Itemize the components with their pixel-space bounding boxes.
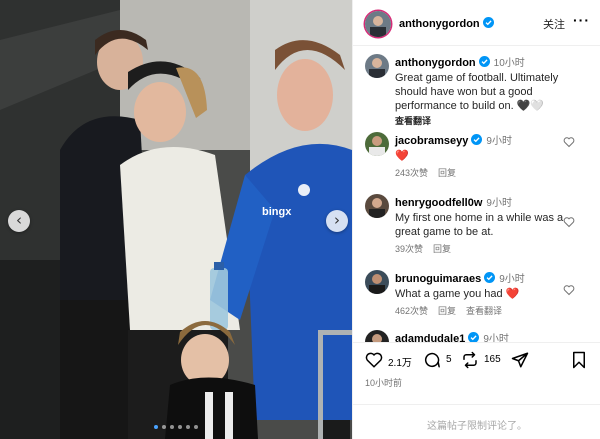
comment-text: What a game you had ❤️ bbox=[395, 288, 520, 300]
comment-like-heart-icon[interactable] bbox=[563, 216, 575, 228]
repost-icon[interactable] bbox=[461, 351, 479, 369]
comment-username[interactable]: henrygoodfell0w bbox=[395, 197, 482, 209]
comment-time: 9小时 bbox=[499, 274, 525, 285]
comments-disabled-note: 这篇帖子限制评论了。 bbox=[427, 421, 527, 432]
author-avatar[interactable] bbox=[365, 11, 391, 37]
verified-badge-icon bbox=[482, 17, 494, 28]
comment-count[interactable]: 5 bbox=[446, 354, 452, 365]
commenter-avatar[interactable] bbox=[365, 132, 389, 156]
bookmark-icon[interactable] bbox=[571, 351, 587, 369]
caption-text: Great game of football. Ultimately shoul… bbox=[395, 72, 559, 112]
carousel-dot[interactable] bbox=[194, 425, 198, 429]
comment-likes[interactable]: 39次赞 bbox=[395, 244, 423, 254]
commenter-avatar[interactable] bbox=[365, 270, 389, 294]
photo-illustration: bingx bbox=[0, 0, 352, 439]
post-timestamp: 10小时前 bbox=[365, 378, 403, 388]
carousel-prev-button[interactable]: ‹ bbox=[8, 210, 30, 232]
comment-username[interactable]: jacobramseyy bbox=[395, 135, 468, 147]
post-header: anthonygordon 关注 ··· bbox=[353, 0, 600, 46]
more-horizontal-icon[interactable]: ··· bbox=[573, 12, 590, 28]
carousel-dot[interactable] bbox=[154, 425, 158, 429]
like-heart-icon[interactable] bbox=[365, 351, 383, 369]
verified-badge-icon bbox=[484, 272, 496, 283]
post-details-panel: anthonygordon 关注 ··· anthonygordon 10小时 G… bbox=[352, 0, 600, 439]
comment-reply-button[interactable]: 回复 bbox=[438, 168, 456, 178]
comment-time: 9小时 bbox=[483, 334, 509, 342]
verified-badge-icon bbox=[468, 332, 480, 342]
like-count[interactable]: 2.1万 bbox=[388, 354, 412, 369]
comment-reply-button[interactable]: 回复 bbox=[438, 306, 456, 316]
jersey-sponsor-text: bingx bbox=[262, 206, 292, 218]
comment-likes[interactable]: 243次赞 bbox=[395, 168, 428, 178]
comment-bubble-icon[interactable] bbox=[423, 351, 441, 369]
comment-likes[interactable]: 462次赞 bbox=[395, 306, 428, 316]
author-username-text[interactable]: anthonygordon bbox=[399, 18, 480, 30]
comment-text: ❤️ bbox=[395, 150, 409, 162]
comment-time: 9小时 bbox=[486, 198, 512, 209]
commenter-avatar[interactable] bbox=[365, 330, 389, 342]
caption-time: 10小时 bbox=[493, 58, 525, 69]
comment-translate-link[interactable]: 查看翻译 bbox=[466, 306, 502, 316]
comments-disabled-footer: 这篇帖子限制评论了。 bbox=[353, 404, 600, 439]
carousel-dot[interactable] bbox=[186, 425, 190, 429]
carousel-next-button[interactable]: › bbox=[326, 210, 348, 232]
carousel-dot[interactable] bbox=[162, 425, 166, 429]
verified-badge-icon bbox=[478, 56, 490, 67]
post-actions-bar: 2.1万 5 165 bbox=[353, 342, 600, 376]
verified-badge-icon bbox=[471, 134, 483, 145]
carousel-dot[interactable] bbox=[178, 425, 182, 429]
caption-translate-link[interactable]: 查看翻译 bbox=[395, 116, 431, 126]
caption-username[interactable]: anthonygordon bbox=[395, 57, 476, 69]
post-photo[interactable]: bingx ‹ › bbox=[0, 0, 352, 439]
carousel-dots bbox=[0, 425, 352, 429]
comment-text: My first one home in a while was a great… bbox=[395, 212, 564, 238]
comments-list[interactable]: anthonygordon 10小时 Great game of football… bbox=[353, 46, 600, 342]
comment-like-heart-icon[interactable] bbox=[563, 284, 575, 296]
follow-button[interactable]: 关注 bbox=[543, 16, 565, 32]
carousel-dot[interactable] bbox=[170, 425, 174, 429]
comment-username[interactable]: adamdudale1 bbox=[395, 333, 465, 342]
author-username[interactable]: anthonygordon bbox=[399, 17, 494, 30]
repost-count[interactable]: 165 bbox=[484, 354, 501, 365]
comment-like-heart-icon[interactable] bbox=[563, 136, 575, 148]
comment-username[interactable]: brunoguimaraes bbox=[395, 273, 481, 285]
comment-time: 9小时 bbox=[486, 136, 512, 147]
comment-reply-button[interactable]: 回复 bbox=[433, 244, 451, 254]
author-avatar[interactable] bbox=[365, 54, 389, 78]
share-send-icon[interactable] bbox=[511, 351, 529, 369]
commenter-avatar[interactable] bbox=[365, 194, 389, 218]
